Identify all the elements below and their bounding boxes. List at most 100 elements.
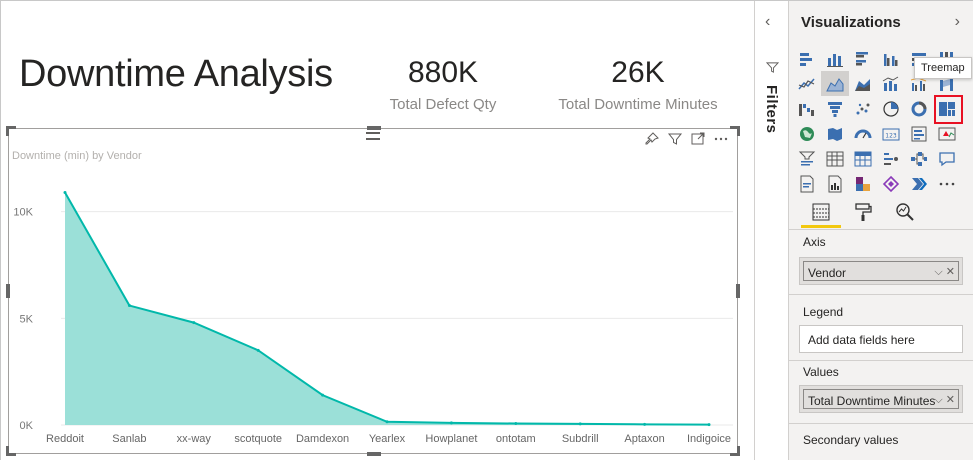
matrix-icon[interactable] (849, 146, 877, 171)
x-tick-label: scotquote (234, 433, 282, 445)
x-tick-label: Indigoice (687, 433, 731, 445)
donut-chart-icon[interactable] (905, 96, 933, 121)
slicer-icon[interactable] (793, 146, 821, 171)
pane-tabs (801, 196, 961, 228)
data-point (321, 393, 325, 397)
data-point (192, 321, 196, 325)
power-automate-flow-icon[interactable] (905, 171, 933, 196)
legend-well-label: Legend (803, 305, 844, 319)
values-field-pill[interactable]: Total Downtime Minutes ⌵ ✕ (803, 389, 959, 409)
card-label: Total Defect Qty (389, 96, 497, 113)
tab-fields[interactable] (801, 196, 841, 228)
filter-icon (765, 61, 780, 79)
decomposition-tree-icon[interactable] (905, 146, 933, 171)
data-point (256, 348, 260, 352)
treemap-tooltip: Treemap (914, 57, 972, 79)
card-icon[interactable]: 123 (877, 121, 905, 146)
tab-format[interactable] (843, 196, 883, 228)
close-icon[interactable]: ✕ (946, 394, 955, 406)
map-icon[interactable] (793, 121, 821, 146)
data-point (385, 420, 389, 424)
data-point (643, 422, 647, 426)
data-point (578, 422, 582, 426)
area-chart-icon[interactable] (821, 71, 849, 96)
report-canvas: Downtime Analysis 880K Total Defect Qty … (1, 1, 754, 460)
qa-icon[interactable] (933, 146, 961, 171)
card-value: 26K (611, 56, 665, 89)
area-series-fill (65, 192, 709, 425)
key-influencers-icon[interactable] (877, 146, 905, 171)
smart-narrative-icon[interactable] (793, 171, 821, 196)
tab-analytics[interactable] (885, 196, 925, 228)
fields-well-icon (812, 203, 830, 221)
analytics-magnifier-icon (896, 203, 914, 221)
x-tick-label: Yearlex (369, 433, 406, 445)
x-tick-label: Aptaxon (624, 433, 664, 445)
more-visuals-icon[interactable] (933, 171, 961, 196)
treemap-icon[interactable] (933, 95, 963, 124)
table-icon[interactable] (821, 146, 849, 171)
card-total-defect-qty[interactable]: 880K Total Defect Qty (383, 56, 503, 113)
waterfall-chart-icon[interactable] (793, 96, 821, 121)
x-tick-label: Reddoit (46, 433, 84, 445)
y-tick-label: 5K (20, 313, 34, 325)
filled-map-icon[interactable] (821, 121, 849, 146)
report-title: Downtime Analysis (19, 53, 333, 95)
line-chart-icon[interactable] (793, 71, 821, 96)
x-tick-label: Damdexon (296, 433, 349, 445)
axis-well-label: Axis (803, 235, 826, 249)
gauge-icon[interactable] (849, 121, 877, 146)
card-value: 880K (407, 56, 479, 89)
paginated-report-icon[interactable] (821, 171, 849, 196)
chevron-left-icon[interactable]: ‹ (765, 13, 770, 31)
powerbi-window: Downtime Analysis 880K Total Defect Qty … (0, 0, 973, 460)
x-tick-label: xx-way (177, 433, 212, 445)
power-automate-icon[interactable] (877, 171, 905, 196)
data-point (707, 423, 711, 427)
values-field-name: Total Downtime Minutes (808, 394, 936, 408)
paint-roller-icon (855, 203, 872, 221)
clustered-column-chart-icon[interactable] (877, 46, 905, 71)
axis-field-name: Vendor (808, 266, 847, 280)
stacked-bar-chart-icon[interactable] (793, 46, 821, 71)
chevron-down-icon[interactable]: ⌵ (934, 394, 942, 406)
chevron-right-icon[interactable]: › (955, 13, 960, 31)
card-label: Total Downtime Minutes (558, 96, 718, 113)
data-point (127, 304, 131, 308)
axis-field-pill[interactable]: Vendor ⌵ ✕ (803, 261, 959, 281)
svg-text:123: 123 (885, 132, 897, 139)
area-chart-visual[interactable]: Downtime (min) by Vendor 0K 5K 10K Reddoit S… (6, 126, 740, 456)
multi-row-card-icon[interactable] (905, 121, 933, 146)
visualizations-title: Visualizations (801, 14, 901, 31)
x-tick-label: Subdrill (562, 433, 599, 445)
secondary-values-well-label: Secondary values (803, 433, 899, 447)
legend-well-placeholder: Add data fields here (808, 333, 915, 347)
filters-pane[interactable]: ‹ Filters (754, 1, 788, 460)
filters-label[interactable]: Filters (763, 85, 780, 134)
axis-well[interactable]: Vendor ⌵ ✕ (799, 257, 963, 285)
stacked-area-chart-icon[interactable] (849, 71, 877, 96)
scatter-chart-icon[interactable] (849, 96, 877, 121)
kpi-icon[interactable] (933, 121, 961, 146)
y-tick-label: 10K (13, 207, 33, 219)
area-chart: 0K 5K 10K Reddoit Sanlab xx-way scotquote Damde… (13, 190, 733, 445)
funnel-chart-icon[interactable] (821, 96, 849, 121)
data-point (449, 421, 453, 425)
stacked-column-chart-icon[interactable] (821, 46, 849, 71)
x-tick-label: ontotam (496, 433, 536, 445)
legend-well[interactable]: Add data fields here (799, 325, 963, 353)
close-icon[interactable]: ✕ (946, 266, 955, 278)
pie-chart-icon[interactable] (877, 96, 905, 121)
data-point (514, 422, 518, 426)
x-tick-label: Howplanet (425, 433, 477, 445)
y-tick-label: 0K (20, 420, 34, 432)
x-tick-label: Sanlab (112, 433, 146, 445)
clustered-bar-chart-icon[interactable] (849, 46, 877, 71)
line-and-stacked-column-chart-icon[interactable] (877, 71, 905, 96)
values-well[interactable]: Total Downtime Minutes ⌵ ✕ (799, 385, 963, 413)
power-apps-icon[interactable] (849, 171, 877, 196)
chevron-down-icon[interactable]: ⌵ (934, 266, 942, 278)
data-point (63, 190, 67, 194)
card-total-downtime-minutes[interactable]: 26K Total Downtime Minutes (549, 56, 727, 113)
values-well-label: Values (803, 365, 839, 379)
